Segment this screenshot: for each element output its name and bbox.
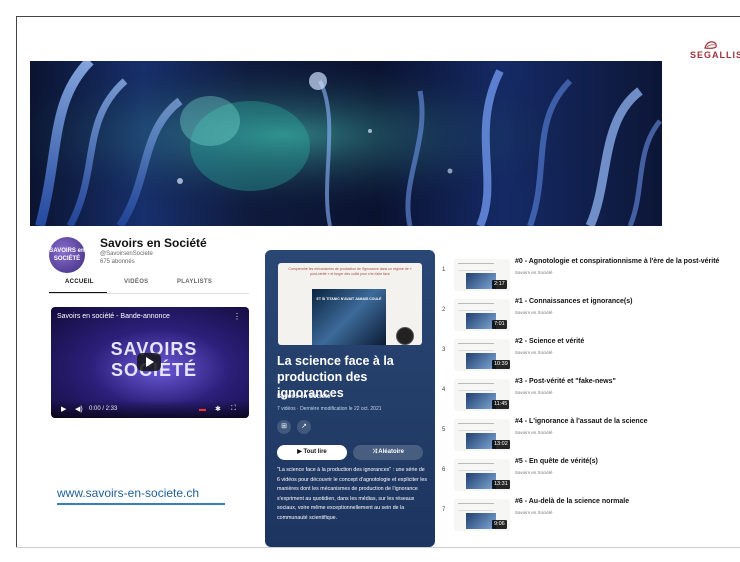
video-item[interactable]: 7 9:06 #6 - Au-delà de la science normal… xyxy=(440,495,740,535)
video-index: 5 xyxy=(442,427,446,433)
shuffle-button[interactable]: ⤨ Aléatoire xyxy=(353,445,423,460)
video-duration: 13:31 xyxy=(492,480,510,489)
playlist-card: Comprendre les mécanismes de production … xyxy=(265,250,435,547)
playlist-thumbnail-image-caption: ET SI TITANIC N'AVAIT JAMAIS COULÉ xyxy=(316,297,382,301)
video-item[interactable]: 5 13:02 #4 - L'ignorance à l'assaut de l… xyxy=(440,415,740,455)
video-title[interactable]: #0 - Agnotologie et conspirationnisme à … xyxy=(515,258,740,265)
video-item[interactable]: 2 7:01 #1 - Connaissances et ignorance(s… xyxy=(440,295,740,335)
video-channel[interactable]: Savoirs en Société xyxy=(515,470,553,475)
video-channel[interactable]: Savoirs en Société xyxy=(515,430,553,435)
video-item[interactable]: 1 2:17 #0 - Agnotologie et conspirationn… xyxy=(440,255,740,295)
play-all-label: Tout lire xyxy=(303,449,327,455)
video-index: 7 xyxy=(442,507,446,513)
video-title[interactable]: #5 - En quête de vérité(s) xyxy=(515,458,740,465)
video-duration: 13:02 xyxy=(492,440,510,449)
video-index: 6 xyxy=(442,467,446,473)
channel-handle: @SavoirsenSociete xyxy=(100,251,153,257)
video-channel[interactable]: Savoirs en Société xyxy=(515,310,553,315)
video-index: 2 xyxy=(442,307,446,313)
segallis-logo: SEGALLIS xyxy=(690,40,740,60)
play-button[interactable] xyxy=(137,353,161,371)
playlist-thumbnail-caption: Comprendre les mécanismes de production … xyxy=(288,267,412,276)
video-title[interactable]: #6 - Au-delà de la science normale xyxy=(515,498,740,505)
segallis-logo-text: SEGALLIS xyxy=(690,50,740,60)
video-title[interactable]: #2 - Science et vérité xyxy=(515,338,740,345)
slide: SEGALLIS SAVOIRS en SOCIÉTÉ Savoirs en S… xyxy=(0,0,740,562)
banner-image xyxy=(30,61,662,226)
shuffle-label: Aléatoire xyxy=(378,449,404,455)
video-player[interactable]: Savoirs en société - Bande-annonce ⋮ SAV… xyxy=(51,307,249,418)
video-duration: 10:39 xyxy=(492,360,510,369)
share-icon[interactable]: ↗ xyxy=(297,420,311,434)
video-item[interactable]: 6 13:31 #5 - En quête de vérité(s) Savoi… xyxy=(440,455,740,495)
player-title: Savoirs en société - Bande-annonce xyxy=(57,313,170,320)
channel-banner xyxy=(30,61,662,226)
video-title[interactable]: #3 - Post-vérité et "fake-news" xyxy=(515,378,740,385)
video-duration: 7:01 xyxy=(492,320,507,329)
video-title[interactable]: #4 - L'ignorance à l'assaut de la scienc… xyxy=(515,418,740,425)
video-duration: 9:06 xyxy=(492,520,507,529)
player-controls: ▶ ◀) 0:00 / 2:33 ▬ ✱ ⛶ xyxy=(51,400,249,418)
channel-avatar-text: SAVOIRS en SOCIÉTÉ xyxy=(49,248,85,262)
video-channel[interactable]: Savoirs en Société xyxy=(515,510,553,515)
segallis-logo-icon xyxy=(704,41,717,49)
tab-playlists[interactable]: PLAYLISTS xyxy=(177,279,212,285)
playlist-meta: 7 vidéos · Dernière modification le 22 o… xyxy=(277,406,382,412)
play-control-icon[interactable]: ▶ xyxy=(61,405,66,413)
more-options-icon[interactable]: ⋮ xyxy=(233,312,241,321)
video-index: 3 xyxy=(442,347,446,353)
playlist-channel[interactable]: Savoirs en Société xyxy=(277,394,330,400)
fullscreen-icon[interactable]: ⛶ xyxy=(231,405,236,413)
video-item[interactable]: 4 11:45 #3 - Post-vérité et "fake-news" … xyxy=(440,375,740,415)
playlist-description: "La science face à la production des ign… xyxy=(277,467,428,521)
subtitles-icon[interactable]: ▬ xyxy=(199,406,206,413)
video-index: 4 xyxy=(442,387,446,393)
channel-avatar[interactable]: SAVOIRS en SOCIÉTÉ xyxy=(49,237,85,273)
video-duration: 2:17 xyxy=(492,280,507,289)
player-time: 0:00 / 2:33 xyxy=(89,406,118,412)
frame-top-border xyxy=(16,16,740,17)
channel-name: Savoirs en Société xyxy=(100,236,207,250)
save-playlist-icon[interactable]: ⊞ xyxy=(277,420,291,434)
tab-videos[interactable]: VIDÉOS xyxy=(124,279,148,285)
channel-tabs: ACCUEIL VIDÉOS PLAYLISTS xyxy=(49,279,249,293)
video-channel[interactable]: Savoirs en Société xyxy=(515,350,553,355)
website-link[interactable]: www.savoirs-en-societe.ch xyxy=(57,486,199,500)
video-index: 1 xyxy=(442,267,446,273)
settings-gear-icon[interactable]: ✱ xyxy=(215,405,221,413)
tab-accueil[interactable]: ACCUEIL xyxy=(65,279,94,285)
video-item[interactable]: 3 10:39 #2 - Science et vérité Savoirs e… xyxy=(440,335,740,375)
video-title[interactable]: #1 - Connaissances et ignorance(s) xyxy=(515,298,740,305)
volume-icon[interactable]: ◀) xyxy=(75,405,83,413)
frame-left-border xyxy=(16,16,17,547)
tabs-divider xyxy=(49,293,249,294)
video-channel[interactable]: Savoirs en Société xyxy=(515,270,553,275)
video-channel[interactable]: Savoirs en Société xyxy=(515,390,553,395)
play-all-button[interactable]: ▶ Tout lire xyxy=(277,445,347,460)
playlist-owner-avatar xyxy=(396,327,414,345)
channel-subscriber-count: 675 abonnés xyxy=(100,259,135,265)
video-duration: 11:45 xyxy=(492,400,510,409)
frame-bottom-border xyxy=(16,547,740,548)
website-link-underline xyxy=(57,503,225,505)
